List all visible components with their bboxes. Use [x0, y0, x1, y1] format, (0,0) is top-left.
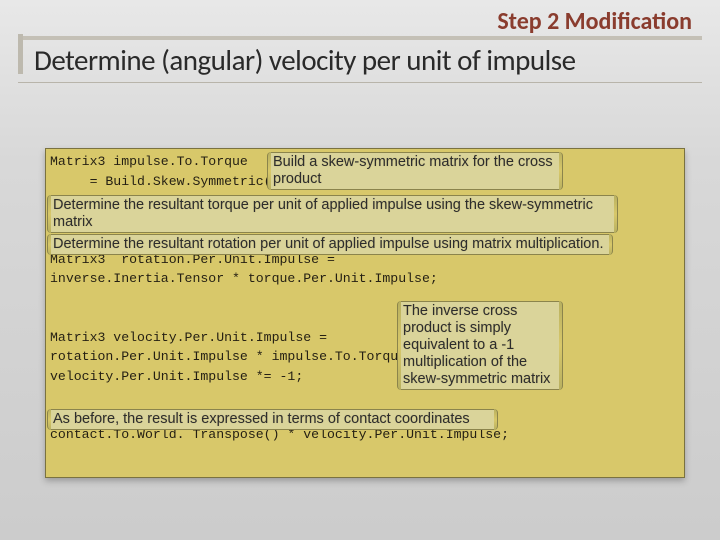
annotation-torque: Determine the resultant torque per unit … [50, 195, 615, 233]
annotation-inverse-cross: The inverse cross product is simply equi… [400, 301, 560, 390]
page-title: Determine (angular) velocity per unit of… [34, 42, 576, 78]
top-rule [18, 36, 702, 40]
annotation-contact-coords: As before, the result is expressed in te… [50, 409, 495, 430]
annotation-skew-matrix: Build a skew-symmetric matrix for the cr… [270, 152, 560, 190]
step-heading: Step 2 Modification [497, 7, 692, 36]
annotation-rotation: Determine the resultant rotation per uni… [50, 234, 610, 255]
bottom-rule [18, 82, 702, 83]
